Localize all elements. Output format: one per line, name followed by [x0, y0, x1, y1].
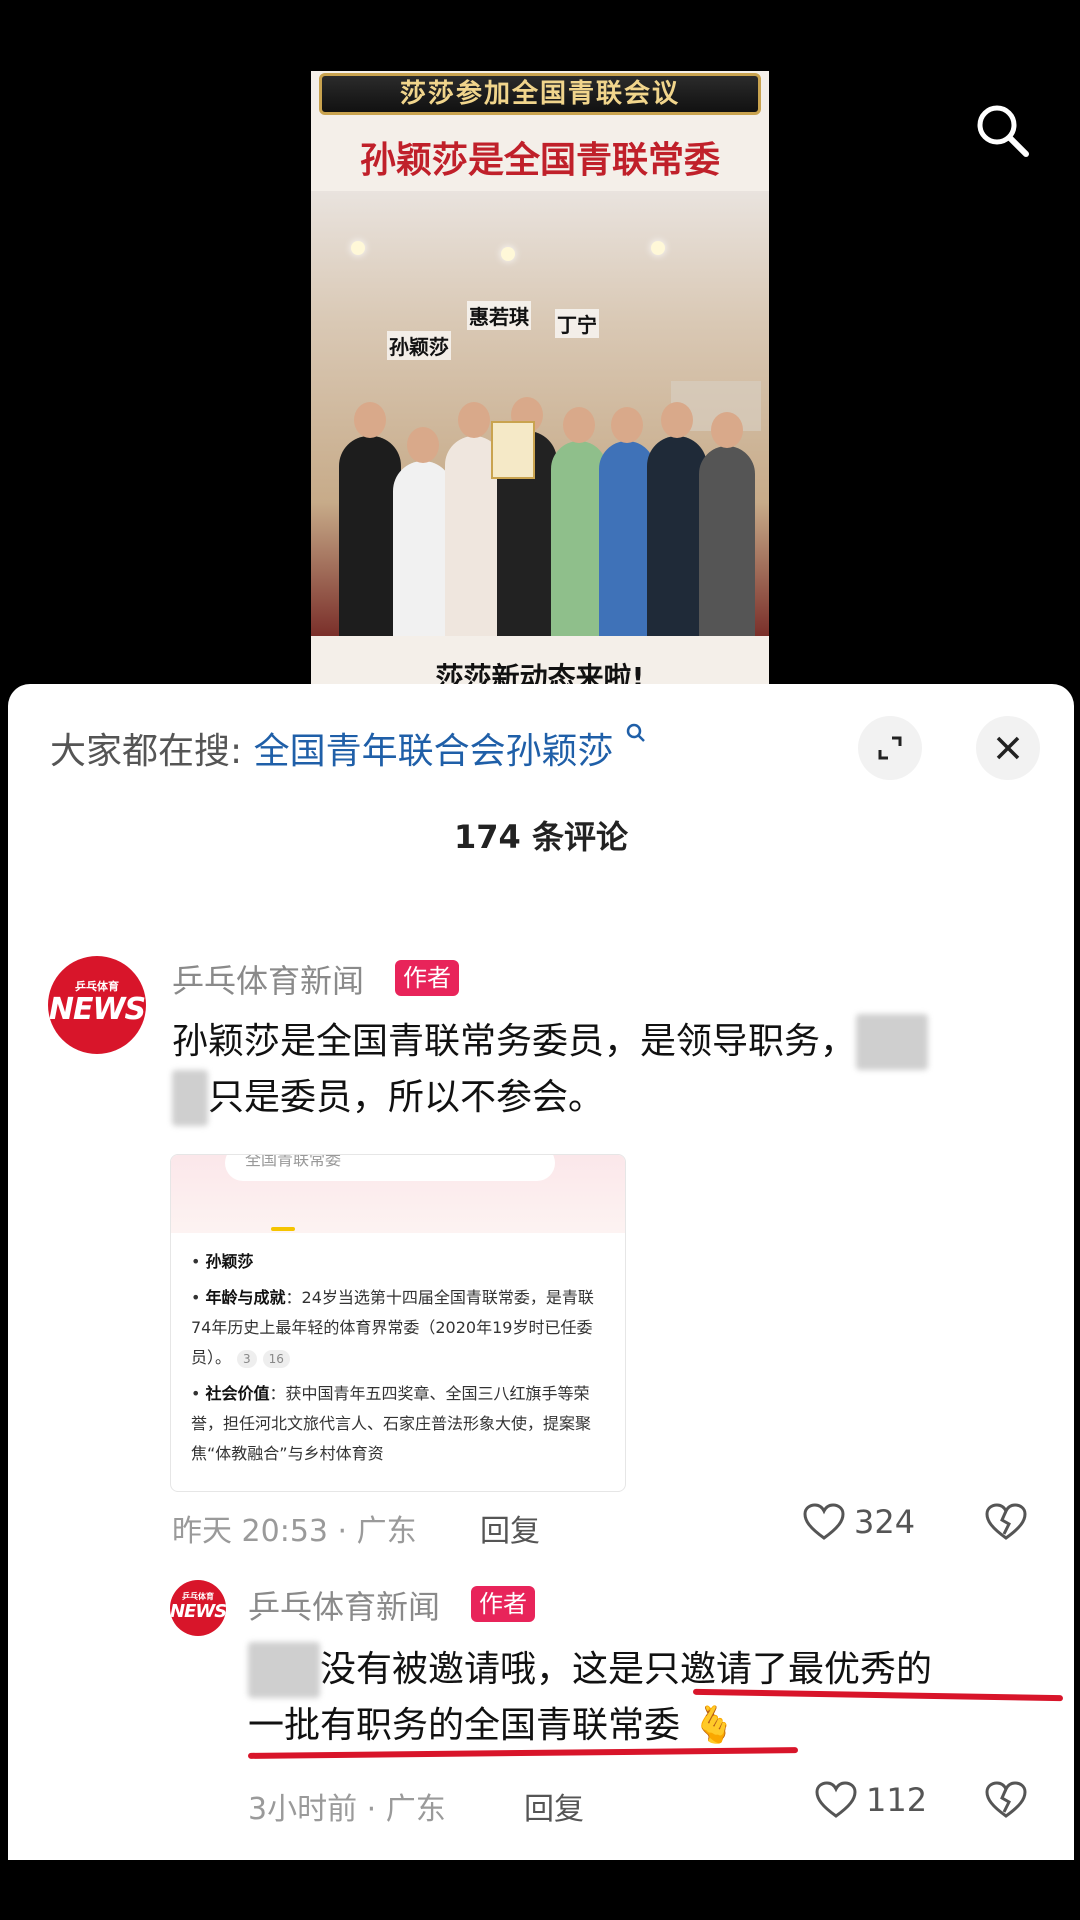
- broken-heart-icon[interactable]: [984, 1780, 1028, 1820]
- author-badge: 作者: [395, 960, 459, 996]
- author-badge: 作者: [471, 1586, 535, 1622]
- image-list-item: • 孙颖莎: [191, 1252, 254, 1271]
- video-player[interactable]: 莎莎参加全国青联会议 孙颖莎是全国青联常委 惠若琪 孙颖莎 丁宁 莎莎新动态来啦…: [0, 0, 1080, 690]
- heart-icon: [815, 1781, 857, 1818]
- trending-search-query[interactable]: 全国青年联合会孙颖莎: [254, 731, 614, 772]
- search-icon: [626, 723, 645, 742]
- reply-button[interactable]: 回复: [480, 1506, 540, 1550]
- comment-text: 孙颖莎是全国青联常务委员，是领导职务，王曼 昱只是委员，所以不参会。: [172, 1014, 1052, 1126]
- video-banner: 莎莎参加全国青联会议: [319, 73, 761, 115]
- comment-time: 3小时前 · 广东: [248, 1792, 446, 1827]
- blurred-text: 陈梦: [248, 1642, 321, 1698]
- trending-search-prefix: 大家都在搜:: [50, 731, 243, 772]
- author-name[interactable]: 乒乓体育新闻: [172, 956, 364, 1002]
- blurred-text: 昱: [172, 1070, 209, 1126]
- comment-image[interactable]: 全国青联常委 • 孙颖莎 • 年龄与成就：24岁当选第十四届全国青联常委，是青联…: [170, 1154, 626, 1492]
- name-tag: 孙颖莎: [387, 331, 451, 360]
- video-headline: 孙颖莎是全国青联常委: [359, 140, 720, 181]
- trending-search[interactable]: 大家都在搜: 全国青年联合会孙颖莎: [50, 722, 647, 774]
- certificate: [491, 421, 535, 479]
- like-count: 324: [854, 1503, 916, 1541]
- name-tag: 惠若琪: [467, 301, 531, 330]
- comment-sheet: 大家都在搜: 全国青年联合会孙颖莎 174 条评论 乒乓体育 NEWS 乒乓体育…: [8, 684, 1074, 1860]
- comment-count: 174 条评论: [454, 818, 628, 856]
- group-photo: 惠若琪 孙颖莎 丁宁: [311, 191, 769, 636]
- broken-heart-icon[interactable]: [984, 1502, 1028, 1542]
- expand-button[interactable]: [858, 716, 922, 780]
- close-button[interactable]: [976, 716, 1040, 780]
- image-search-bar: 全国青联常委: [225, 1155, 555, 1181]
- author-name[interactable]: 乒乓体育新闻: [248, 1582, 440, 1628]
- close-icon: [996, 736, 1020, 760]
- blurred-text: 王曼: [856, 1014, 929, 1070]
- image-list-item: • 年龄与成就：24岁当选第十四届全国青联常委，是青联74年历史上最年轻的体育界…: [191, 1288, 594, 1368]
- reply-button[interactable]: 回复: [524, 1784, 584, 1828]
- emoji: 🫰: [691, 1705, 737, 1746]
- avatar[interactable]: 乒乓体育 NEWS: [48, 956, 146, 1054]
- name-tag: 丁宁: [555, 309, 599, 338]
- comment-time: 昨天 20:53 · 广东: [172, 1514, 417, 1549]
- image-list-item: • 社会价值：获中国青年五四奖章、全国三八红旗手等荣誉，担任河北文旅代言人、石家…: [191, 1384, 592, 1463]
- avatar[interactable]: 乒乓体育 NEWS: [170, 1580, 226, 1636]
- like-count: 112: [866, 1781, 928, 1819]
- video-frame[interactable]: 莎莎参加全国青联会议 孙颖莎是全国青联常委 惠若琪 孙颖莎 丁宁 莎莎新动态来啦…: [311, 71, 769, 690]
- bottom-bar: [0, 1860, 1080, 1920]
- heart-icon: [803, 1503, 845, 1540]
- search-icon[interactable]: [972, 100, 1032, 160]
- like-button[interactable]: 112: [814, 1780, 927, 1820]
- like-button[interactable]: 324: [802, 1502, 915, 1542]
- expand-icon: [878, 736, 902, 760]
